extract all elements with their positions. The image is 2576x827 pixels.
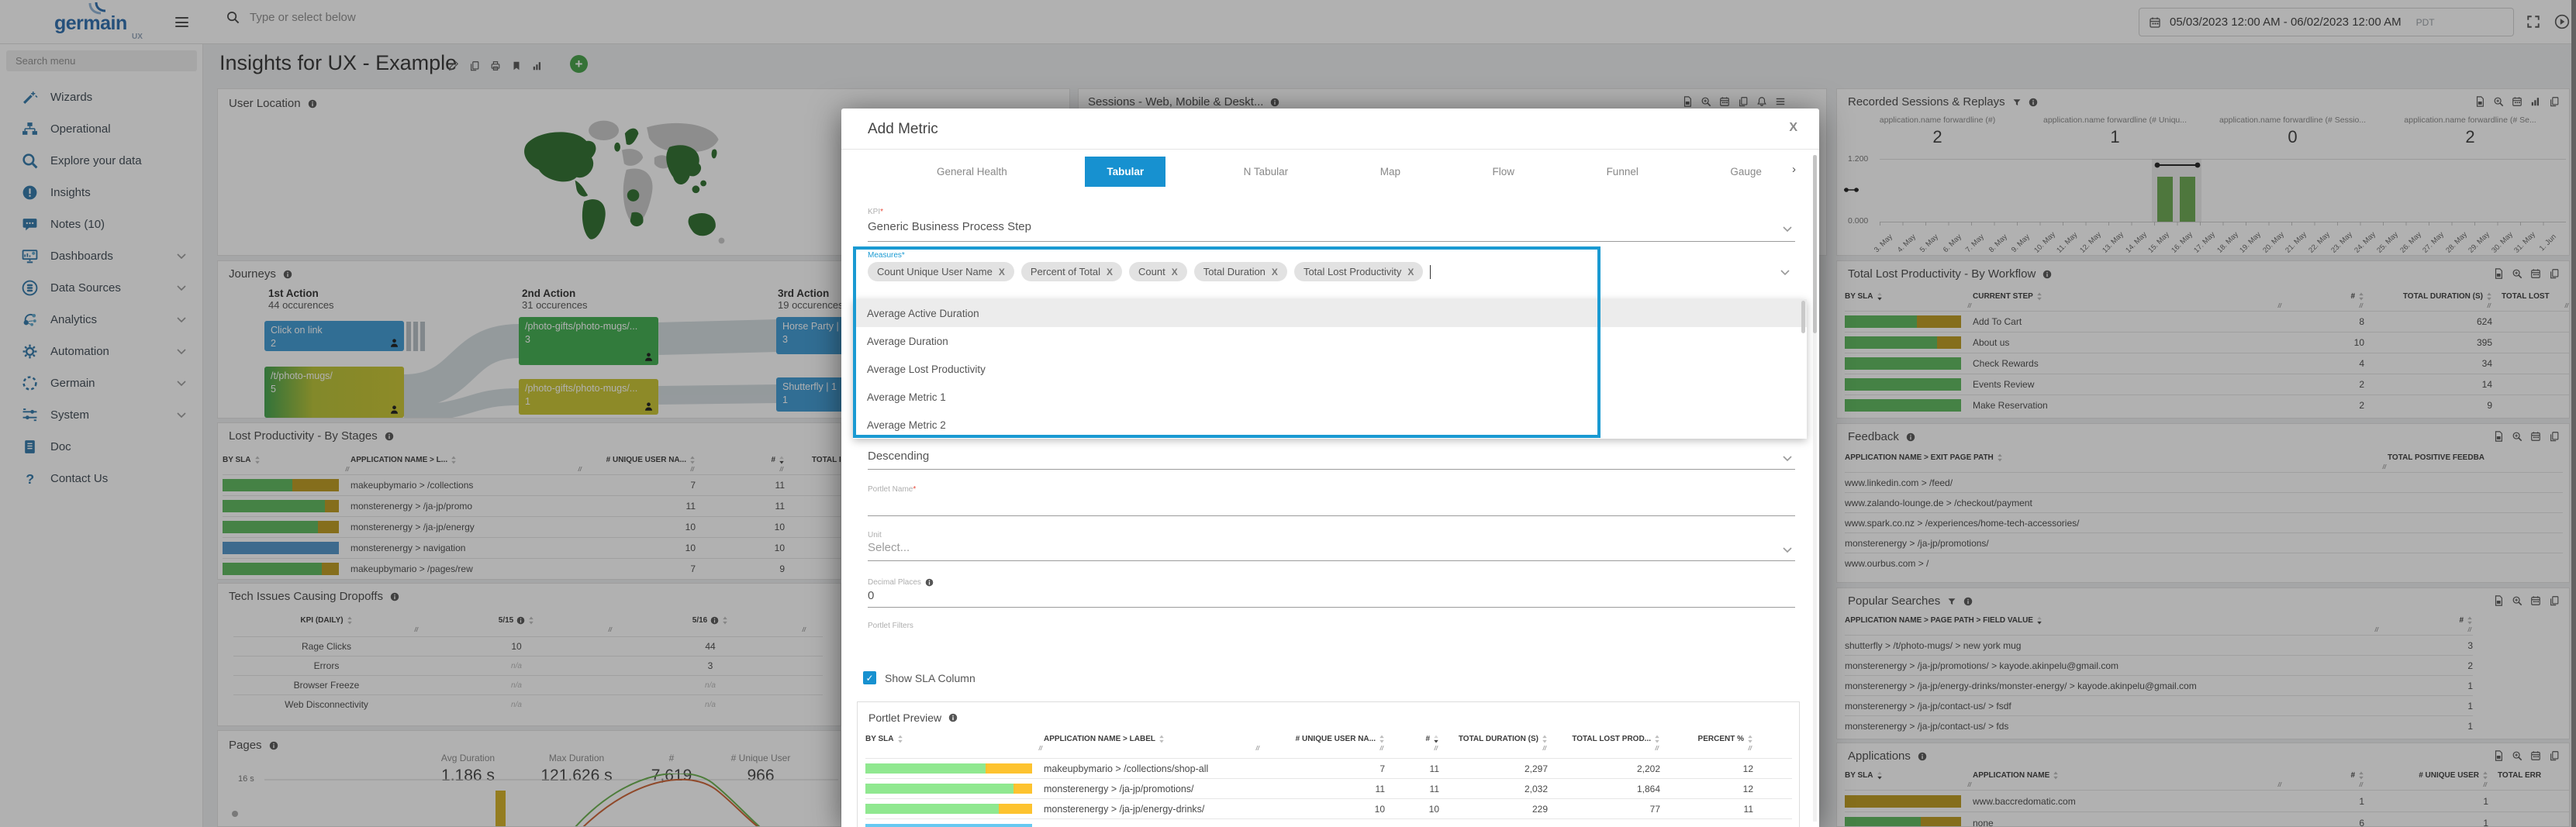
tab-map[interactable]: Map — [1366, 157, 1414, 187]
chevron-down-icon — [1780, 270, 1790, 276]
checkbox-checked-icon[interactable]: ✓ — [863, 671, 876, 684]
chevron-down-icon — [1783, 547, 1792, 553]
tab-funnel[interactable]: Funnel — [1593, 157, 1652, 187]
modal-scrollbar[interactable] — [1813, 155, 1817, 822]
measure-chip[interactable]: Count Unique User Name X — [868, 262, 1014, 281]
dropdown-option[interactable]: Average Metric 2 — [853, 411, 1807, 439]
column-header[interactable]: TOTAL DURATION (S) — [1439, 735, 1548, 752]
remove-chip-icon[interactable]: X — [1107, 267, 1113, 277]
tab-flow[interactable]: Flow — [1479, 157, 1529, 187]
sla-bar — [865, 804, 1032, 814]
sla-bar — [865, 784, 1032, 794]
portlet-preview: Portlet Preview BY SLA APPLICATION NAME … — [857, 701, 1800, 827]
more-tabs-chevron[interactable]: › — [1792, 163, 1796, 176]
info-icon[interactable] — [948, 713, 958, 722]
portlet-filters-label: Portlet Filters — [868, 622, 913, 630]
remove-chip-icon[interactable]: X — [999, 267, 1005, 277]
measures-dropdown: Average Active Duration Average Duration… — [853, 299, 1807, 439]
measure-chip[interactable]: Count X — [1128, 262, 1187, 281]
modal-title: Add Metric — [868, 121, 938, 137]
chevron-down-icon — [1783, 226, 1792, 233]
decimal-places-value: 0 — [868, 589, 875, 602]
sla-bar — [865, 763, 1032, 774]
unit-label: Unit — [868, 531, 882, 539]
unit-select[interactable]: Select... — [868, 541, 1795, 561]
dropdown-option[interactable]: Average Active Duration — [853, 299, 1807, 327]
dropdown-scrollbar[interactable] — [1801, 301, 1805, 333]
kpi-value: Generic Business Process Step — [868, 220, 1031, 233]
unit-value: Select... — [868, 541, 910, 554]
remove-chip-icon[interactable]: X — [1272, 267, 1278, 277]
column-header[interactable]: APPLICATION NAME > LABEL — [1044, 735, 1261, 752]
measure-chip[interactable]: Total Duration X — [1193, 262, 1287, 281]
add-metric-modal: Add Metric X General Health Tabular N Ta… — [841, 109, 1819, 827]
sort-order-value: Descending — [868, 450, 930, 463]
measure-chip[interactable]: Total Lost Productivity X — [1293, 262, 1424, 281]
app-root: germain UX Type or select below 05/03/20… — [0, 0, 2576, 827]
portlet-name-input[interactable] — [868, 496, 1795, 516]
sla-bar — [865, 824, 1032, 827]
sort-order-select[interactable]: Descending — [868, 450, 1795, 470]
remove-chip-icon[interactable]: X — [1407, 267, 1414, 277]
show-sla-checkbox[interactable]: ✓ Show SLA Column — [863, 671, 975, 684]
decimal-places-label: Decimal Places — [868, 578, 934, 587]
measure-chip[interactable]: Percent of Total X — [1020, 262, 1122, 281]
dropdown-option[interactable]: Average Lost Productivity — [853, 355, 1807, 383]
table-row[interactable] — [865, 818, 1792, 827]
measures-input[interactable]: Count Unique User Name X Percent of Total… — [868, 262, 1767, 281]
column-header[interactable]: PERCENT % — [1660, 735, 1753, 752]
close-icon[interactable]: X — [1789, 121, 1797, 135]
column-header[interactable]: BY SLA — [865, 735, 1044, 752]
dropdown-option[interactable]: Average Duration — [853, 327, 1807, 355]
kpi-label: KPI* — [868, 208, 884, 216]
checkbox-label: Show SLA Column — [885, 671, 975, 684]
tab-general-health[interactable]: General Health — [923, 157, 1021, 187]
decimal-places-input[interactable]: 0 — [868, 589, 1795, 608]
tab-gauge[interactable]: Gauge — [1716, 157, 1776, 187]
dropdown-option[interactable]: Average Metric 1 — [853, 383, 1807, 411]
measures-label: Measures* — [868, 251, 905, 260]
chevron-down-icon — [1783, 456, 1792, 462]
remove-chip-icon[interactable]: X — [1172, 267, 1178, 277]
table-row[interactable]: monsterenergy > /ja-jp/energy-drinks/10 1… — [865, 798, 1792, 818]
table-row[interactable]: makeupbymario > /collections/shop-all 7 11… — [865, 758, 1792, 778]
portlet-name-label: Portlet Name* — [868, 485, 917, 494]
column-header[interactable]: TOTAL LOST PROD... — [1548, 735, 1660, 752]
kpi-select[interactable]: Generic Business Process Step — [868, 220, 1795, 242]
text-caret — [1430, 264, 1431, 279]
tab-tabular[interactable]: Tabular — [1085, 156, 1166, 187]
tab-n-tabular[interactable]: N Tabular — [1230, 157, 1303, 187]
column-header[interactable]: # UNIQUE USER NA... — [1261, 735, 1385, 752]
preview-title: Portlet Preview — [868, 712, 942, 724]
table-row[interactable]: monsterenergy > /ja-jp/promotions/11 11 2,… — [865, 778, 1792, 798]
column-header[interactable]: # — [1385, 735, 1439, 752]
info-icon — [925, 578, 934, 587]
